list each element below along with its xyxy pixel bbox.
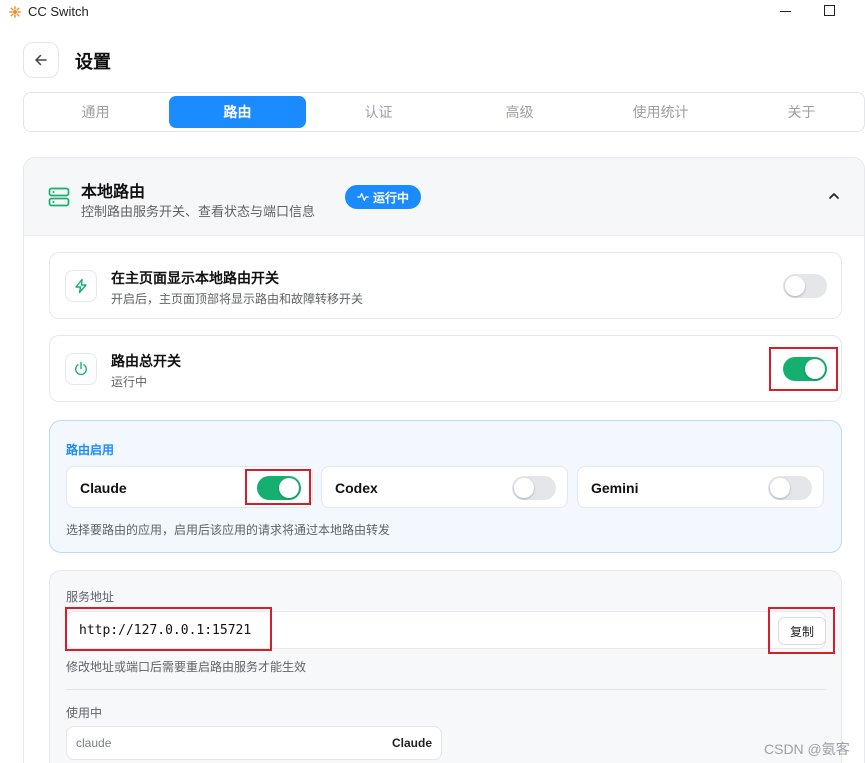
local-routing-card: 本地路由 控制路由服务开关、查看状态与端口信息 运行中 在主页面显示本地路由开关… [23, 157, 865, 763]
status-badge-label: 运行中 [372, 190, 409, 205]
server-icon [48, 187, 70, 207]
show-on-home-toggle[interactable] [783, 274, 827, 298]
highlight-box [768, 607, 835, 654]
highlight-box [769, 347, 838, 391]
window-titlebar: CC Switch [0, 0, 865, 24]
minimize-icon[interactable] [780, 11, 791, 12]
master-switch-title: 路由总开关 [111, 353, 181, 369]
show-on-home-subtitle: 开启后，主页面顶部将显示路由和故障转移开关 [111, 292, 364, 306]
page-title: 设置 [75, 52, 111, 72]
highlight-box [245, 469, 311, 505]
master-switch-row: 路由总开关 运行中 [49, 335, 842, 402]
maximize-icon[interactable] [824, 5, 835, 16]
codex-route-toggle[interactable] [512, 476, 556, 500]
chevron-up-icon[interactable] [828, 191, 840, 201]
in-use-placeholder: claude [76, 736, 112, 750]
in-use-field[interactable]: claude Claude [66, 726, 442, 760]
settings-tabs: 通用 路由 认证 高级 使用统计 关于 [23, 92, 865, 132]
activity-icon [357, 192, 369, 202]
show-on-home-title: 在主页面显示本地路由开关 [111, 270, 279, 286]
row-icon-box [65, 353, 97, 385]
app-name-codex: Codex [335, 480, 378, 496]
power-icon [75, 361, 87, 376]
gemini-route-toggle[interactable] [768, 476, 812, 500]
section-title: 本地路由 [81, 184, 146, 201]
watermark: CSDN @氨客 [764, 741, 850, 757]
local-routing-header[interactable]: 本地路由 控制路由服务开关、查看状态与端口信息 运行中 [24, 158, 864, 236]
window-title: CC Switch [28, 4, 89, 19]
back-button[interactable] [23, 42, 59, 78]
route-apps-box: 路由启用 Claude Codex Gemini 选择要路由的应用，启用后该应用… [49, 420, 842, 553]
show-on-home-row: 在主页面显示本地路由开关 开启后，主页面顶部将显示路由和故障转移开关 [49, 252, 842, 319]
in-use-label: 使用中 [66, 706, 103, 720]
app-name-claude: Claude [80, 480, 127, 496]
divider [66, 689, 826, 690]
row-icon-box [65, 270, 97, 302]
in-use-value: Claude [391, 736, 432, 750]
tab-advanced[interactable]: 高级 [451, 96, 588, 128]
status-badge: 运行中 [345, 185, 421, 209]
route-apps-hint: 选择要路由的应用，启用后该应用的请求将通过本地路由转发 [66, 523, 391, 537]
app-logo-icon [9, 6, 21, 18]
tab-general[interactable]: 通用 [27, 96, 164, 128]
service-address-label: 服务地址 [66, 590, 115, 604]
arrow-left-icon [35, 54, 47, 66]
tab-usage-stats[interactable]: 使用统计 [592, 96, 729, 128]
service-address-hint: 修改地址或端口后需要重启路由服务才能生效 [66, 660, 307, 674]
app-name-gemini: Gemini [591, 480, 639, 496]
tab-about[interactable]: 关于 [733, 96, 865, 128]
highlight-box [65, 607, 272, 651]
app-item-codex: Codex [321, 466, 568, 508]
service-box: 服务地址 http://127.0.0.1:15721 复制 修改地址或端口后需… [49, 570, 842, 763]
app-item-gemini: Gemini [577, 466, 824, 508]
tab-auth[interactable]: 认证 [310, 96, 447, 128]
lightning-icon [75, 278, 87, 294]
section-subtitle: 控制路由服务开关、查看状态与端口信息 [81, 204, 316, 219]
tab-routing[interactable]: 路由 [169, 96, 306, 128]
master-switch-subtitle: 运行中 [111, 375, 148, 389]
route-apps-label: 路由启用 [66, 443, 115, 457]
